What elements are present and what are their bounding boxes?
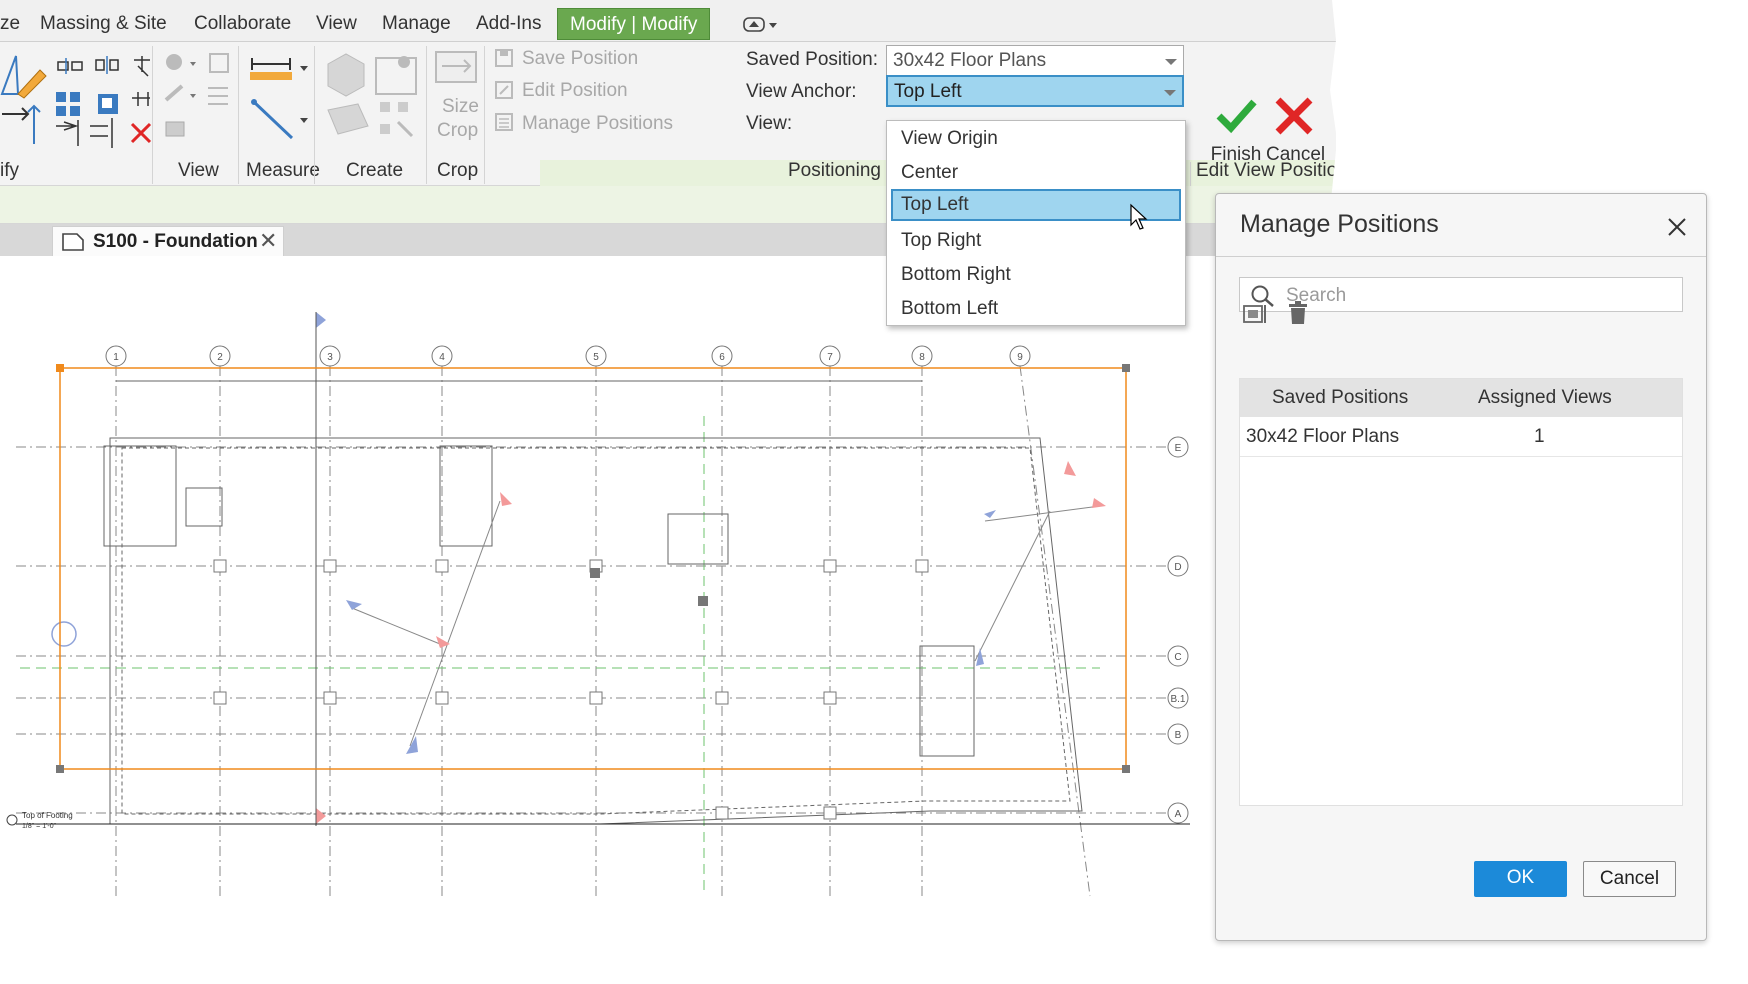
save-position-button[interactable]: Save Position [522, 48, 638, 70]
ribbon-tab-bar: ze Massing & Site Collaborate View Manag… [0, 0, 1336, 42]
grid-bubble-label: 9 [1017, 352, 1023, 363]
saved-position-value: 30x42 Floor Plans [893, 50, 1047, 71]
view-anchor-label: View Anchor: [746, 81, 857, 102]
panel-divider [426, 46, 427, 184]
positions-table: Saved Positions Assigned Views 30x42 Flo… [1239, 378, 1683, 806]
check-icon [1216, 99, 1257, 134]
grid-bubble-label: D [1174, 562, 1181, 573]
tab-add-ins[interactable]: Add-Ins [476, 8, 541, 40]
table-header: Saved Positions Assigned Views [1240, 379, 1682, 417]
panel-divider [238, 46, 239, 184]
option-view-origin[interactable]: View Origin [891, 123, 1181, 155]
grid-bubble-label: 2 [217, 352, 223, 363]
panel-label-crop: Crop [437, 160, 479, 181]
grid-bubble-label: A [1175, 809, 1182, 820]
grid-bubble-label: 7 [827, 352, 833, 363]
tab-view[interactable]: View [316, 8, 357, 40]
size-crop-icon[interactable] [434, 50, 480, 90]
quick-access-toggle-icon[interactable] [742, 14, 782, 36]
tab-massing-site[interactable]: Massing & Site [40, 8, 167, 40]
panel-label-modify: ify [0, 160, 19, 181]
modify-tools-icon[interactable] [0, 48, 166, 156]
panel-divider [152, 46, 153, 184]
foundation-plan-drawing[interactable]: 1 2 3 4 5 6 7 8 9 E D C B.1 B A Top of F… [0, 256, 1336, 975]
edit-position-button[interactable]: Edit Position [522, 80, 628, 102]
saved-position-combo[interactable]: 30x42 Floor Plans [886, 45, 1184, 77]
manage-positions-icon[interactable] [494, 112, 514, 132]
trash-icon[interactable] [1288, 301, 1308, 325]
document-tab-title: S100 - Foundation [93, 231, 258, 252]
column-header-saved-positions[interactable]: Saved Positions [1272, 387, 1408, 409]
view-anchor-dropdown[interactable]: View Origin Center Top Left Top Right Bo… [886, 120, 1186, 326]
panel-divider [314, 46, 315, 184]
tab-modify-active[interactable]: Modify | Modify [557, 8, 711, 40]
create-tools-icon[interactable] [322, 46, 422, 154]
grid-bubble-label: 1 [113, 352, 119, 363]
column-header-assigned-views[interactable]: Assigned Views [1478, 387, 1612, 409]
grid-bubble-label: 6 [719, 352, 725, 363]
document-tab[interactable]: S100 - Foundation ✕ [52, 226, 284, 256]
grid-bubble-label: C [1174, 652, 1181, 663]
option-bottom-right[interactable]: Bottom Right [891, 259, 1181, 291]
view-label: View: [746, 113, 793, 134]
chevron-down-icon [1165, 59, 1177, 65]
mouse-cursor-icon [1130, 203, 1148, 230]
view-anchor-combo[interactable]: Top Left [886, 75, 1184, 107]
close-icon [1275, 97, 1313, 135]
revit-window: ze Massing & Site Collaborate View Manag… [0, 0, 1336, 975]
grid-bubble-label: 5 [593, 352, 599, 363]
cell-saved-position: 30x42 Floor Plans [1246, 426, 1400, 447]
level-label: Top of Footing [22, 811, 73, 820]
panel-label-measure: Measure [246, 160, 320, 181]
save-position-icon[interactable] [494, 48, 514, 68]
chevron-down-icon [1164, 90, 1176, 96]
cancel-button[interactable]: Cancel [1583, 861, 1676, 897]
close-tab-icon[interactable]: ✕ [259, 228, 277, 254]
edit-position-icon[interactable] [494, 80, 514, 100]
panel-label-view: View [178, 160, 219, 181]
tab-manage[interactable]: Manage [382, 8, 451, 40]
ok-button[interactable]: OK [1474, 861, 1567, 897]
tab-collaborate[interactable]: Collaborate [194, 8, 291, 40]
panel-divider [1190, 162, 1191, 188]
grid-bubble-label: B.1 [1170, 694, 1185, 705]
level-scale: 1/8" = 1'-0" [22, 823, 57, 830]
saved-position-label: Saved Position: [746, 49, 879, 70]
grid-bubble-label: 4 [439, 352, 445, 363]
drawing-canvas[interactable]: 1 2 3 4 5 6 7 8 9 E D C B.1 B A Top of F… [0, 256, 1336, 975]
panel-label-positioning: Positioning a [788, 160, 897, 181]
manage-positions-button[interactable]: Manage Positions [522, 113, 673, 135]
cell-assigned-views: 1 [1534, 426, 1545, 447]
panel-divider [484, 46, 485, 184]
close-icon[interactable] [1666, 204, 1688, 246]
panel-label-edit-view-positions: Edit View Position [1196, 160, 1336, 181]
sheet-icon [62, 233, 84, 251]
option-center[interactable]: Center [891, 157, 1181, 189]
size-crop-label[interactable]: Size [442, 96, 479, 118]
grid-bubble-label: B [1175, 730, 1182, 741]
manage-positions-dialog: Manage Positions Search Saved Positions … [1215, 193, 1707, 941]
view-tools-icon[interactable] [160, 48, 240, 156]
measure-tools-icon[interactable] [244, 48, 316, 156]
grid-bubble-label: 3 [327, 352, 333, 363]
view-anchor-value: Top Left [894, 81, 962, 102]
option-bottom-left[interactable]: Bottom Left [891, 293, 1181, 325]
table-row[interactable]: 30x42 Floor Plans 1 [1240, 417, 1682, 457]
duplicate-icon[interactable] [1242, 303, 1268, 325]
size-crop-label-2[interactable]: Crop [437, 120, 478, 142]
dialog-title: Manage Positions [1240, 210, 1439, 238]
grid-bubble-label: E [1175, 443, 1182, 454]
tab-customize[interactable]: ze [0, 8, 20, 40]
panel-label-create: Create [346, 160, 404, 181]
grid-bubble-label: 8 [919, 352, 925, 363]
dialog-divider [1216, 256, 1706, 257]
